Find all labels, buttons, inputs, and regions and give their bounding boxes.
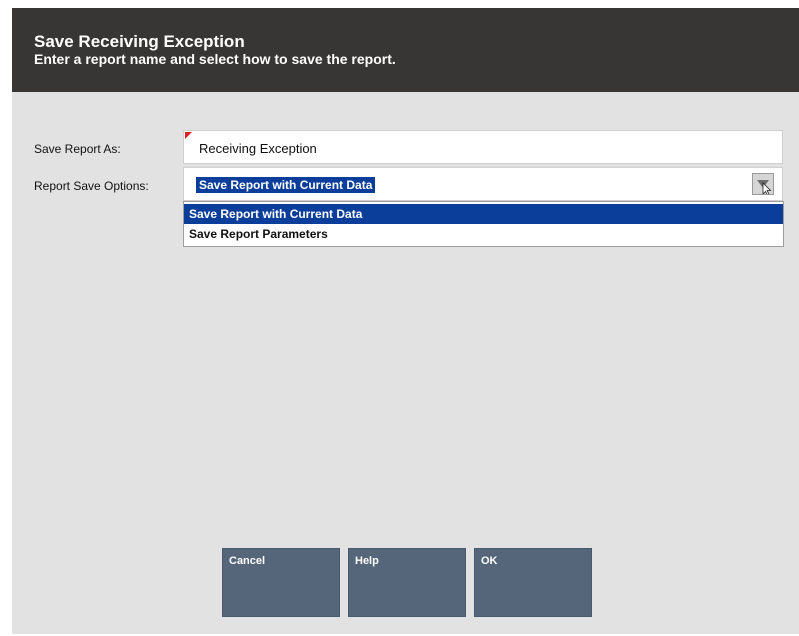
select-current-value: Save Report with Current Data — [196, 177, 376, 193]
cancel-button[interactable]: Cancel — [222, 548, 340, 617]
option-save-report-current-data[interactable]: Save Report with Current Data — [184, 204, 783, 224]
dialog-subtitle: Enter a report name and select how to sa… — [34, 51, 396, 67]
report-name-field[interactable]: Receiving Exception — [183, 130, 783, 164]
mouse-cursor-icon — [762, 182, 772, 194]
dialog-title: Save Receiving Exception — [34, 32, 245, 51]
save-report-dialog: Save Receiving Exception Enter a report … — [12, 8, 799, 634]
option-save-report-parameters[interactable]: Save Report Parameters — [184, 224, 783, 244]
save-report-as-label: Save Report As: — [34, 142, 121, 156]
help-button[interactable]: Help — [348, 548, 466, 617]
dialog-header: Save Receiving Exception Enter a report … — [12, 8, 799, 92]
required-field-marker — [185, 132, 192, 139]
ok-button[interactable]: OK — [474, 548, 592, 617]
report-save-options-list: Save Report with Current Data Save Repor… — [183, 201, 784, 247]
dropdown-arrow-button[interactable] — [752, 173, 774, 195]
report-save-options-label: Report Save Options: — [34, 179, 149, 193]
chevron-down-icon — [757, 180, 772, 194]
report-save-options-select[interactable]: Save Report with Current Data — [183, 167, 783, 201]
report-name-value: Receiving Exception — [199, 141, 317, 156]
